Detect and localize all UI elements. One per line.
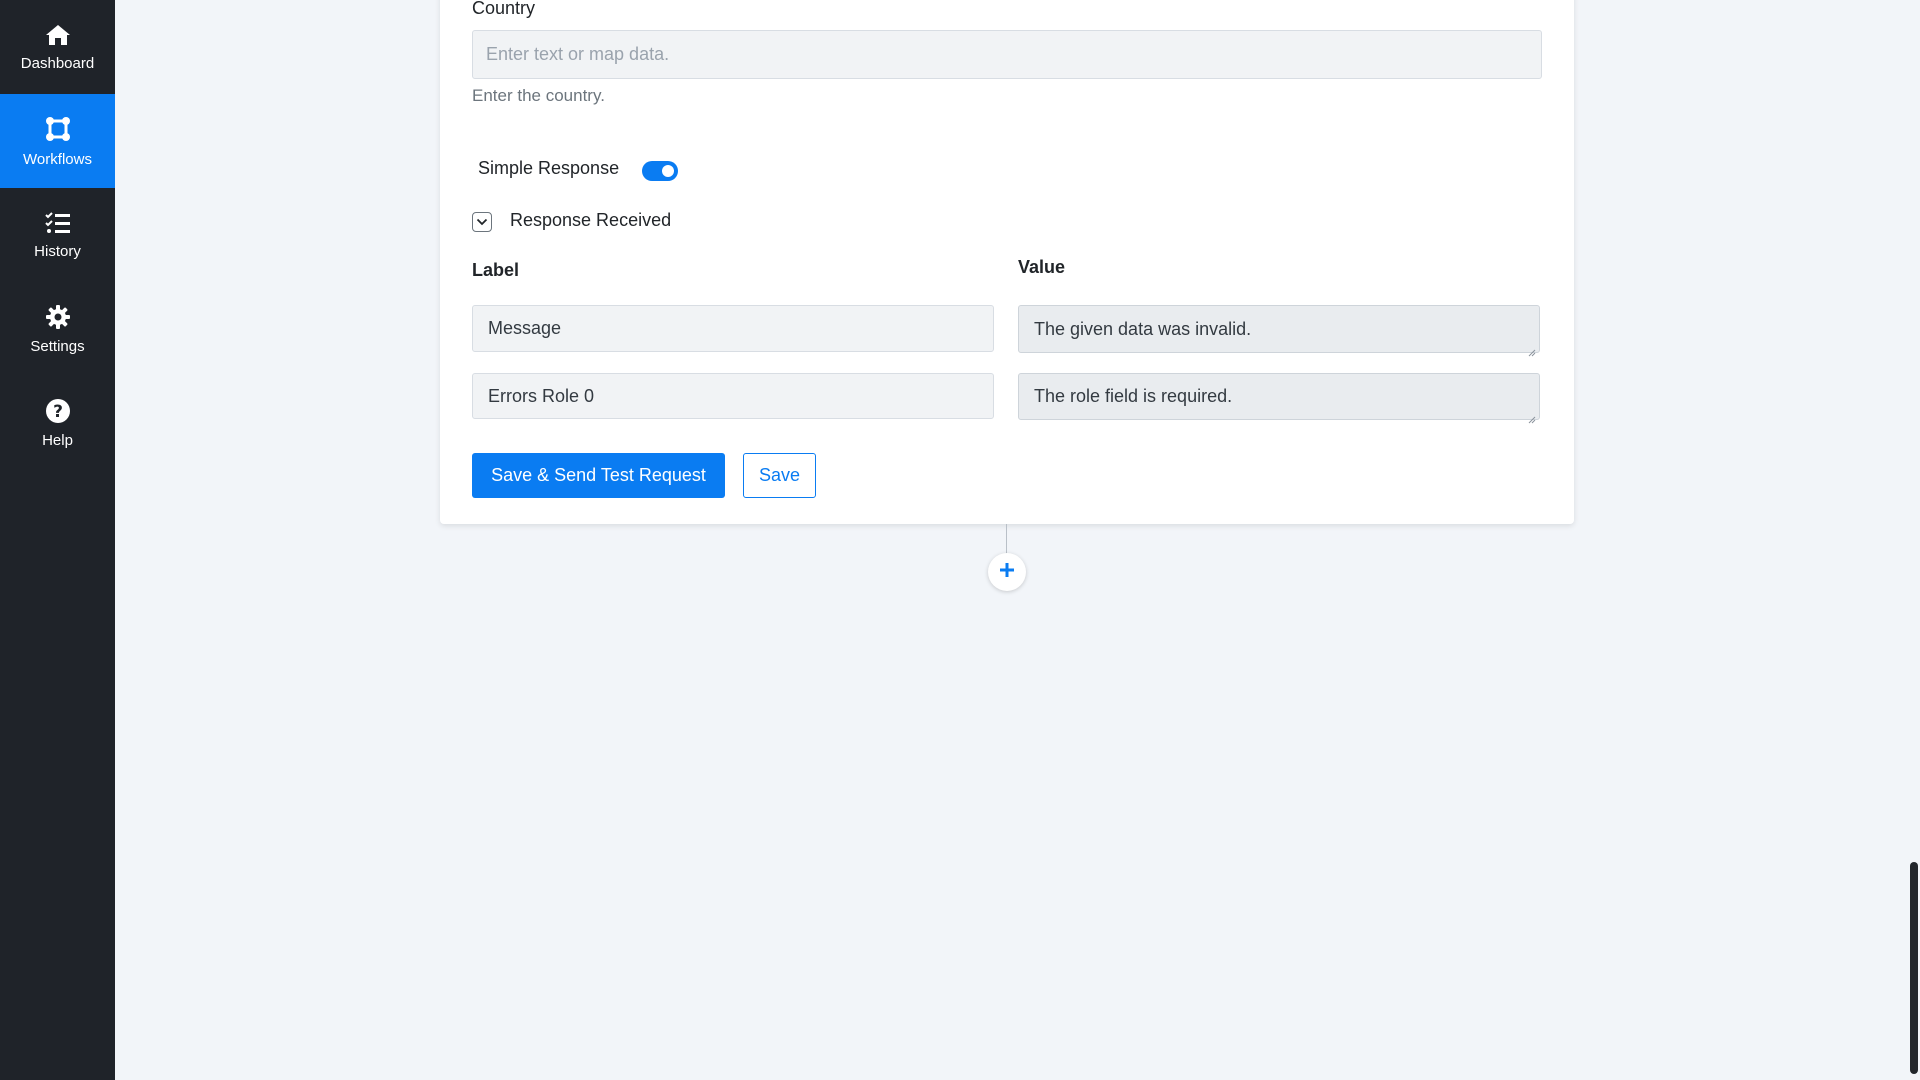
sidebar-item-label: Help: [42, 431, 73, 449]
sidebar-item-label: Dashboard: [20, 54, 95, 72]
mapping-label-input[interactable]: Message: [472, 305, 994, 352]
svg-text:?: ?: [53, 402, 63, 422]
chevron-down-icon: [476, 213, 488, 231]
gear-icon: [45, 304, 71, 330]
resize-handle-icon[interactable]: [1528, 408, 1536, 424]
sidebar-item-settings[interactable]: Settings: [0, 282, 115, 376]
mapping-label-input[interactable]: Errors Role 0: [472, 373, 994, 419]
sidebar-item-workflows[interactable]: Workflows: [0, 94, 115, 188]
sidebar-item-help[interactable]: ? Help: [0, 376, 115, 470]
resize-handle-icon[interactable]: [1528, 341, 1536, 357]
plus-icon: [999, 562, 1015, 583]
step-config-card: Country Enter text or map data. Enter th…: [440, 0, 1574, 524]
add-step-button[interactable]: [988, 553, 1026, 591]
save-and-send-test-request-button[interactable]: Save & Send Test Request: [472, 453, 725, 498]
sidebar-item-label: History: [34, 242, 81, 260]
sidebar: Dashboard Workflows History Settings ? H…: [0, 0, 115, 1080]
scrollbar-thumb[interactable]: [1910, 862, 1918, 1074]
sidebar-item-label: Settings: [30, 337, 85, 355]
label-column-header: Label: [472, 260, 520, 280]
country-field-label: Country: [472, 0, 536, 18]
history-icon: [44, 211, 71, 235]
flow-connector-line: [1006, 524, 1007, 554]
sidebar-item-history[interactable]: History: [0, 188, 115, 282]
mapping-value-text: The given data was invalid.: [1034, 318, 1252, 339]
simple-response-label: Simple Response: [478, 158, 620, 178]
sidebar-item-dashboard[interactable]: Dashboard: [0, 0, 115, 94]
toggle-knob: [662, 165, 674, 177]
mapping-value-textarea[interactable]: The role field is required.: [1018, 373, 1540, 424]
country-input[interactable]: Enter text or map data.: [472, 30, 1542, 79]
sidebar-item-label: Workflows: [23, 150, 92, 168]
save-button[interactable]: Save: [743, 453, 816, 498]
response-received-label: Response Received: [510, 210, 672, 230]
mapping-value-textarea[interactable]: The given data was invalid.: [1018, 305, 1540, 357]
home-icon: [45, 23, 71, 47]
country-help-text: Enter the country.: [472, 86, 605, 105]
simple-response-toggle[interactable]: [642, 161, 678, 181]
help-icon: ?: [45, 398, 71, 424]
value-column-header: Value: [1018, 257, 1066, 277]
mapping-value-text: The role field is required.: [1034, 386, 1233, 406]
workflows-icon: [44, 115, 72, 143]
response-received-expand-toggle[interactable]: [472, 212, 492, 232]
